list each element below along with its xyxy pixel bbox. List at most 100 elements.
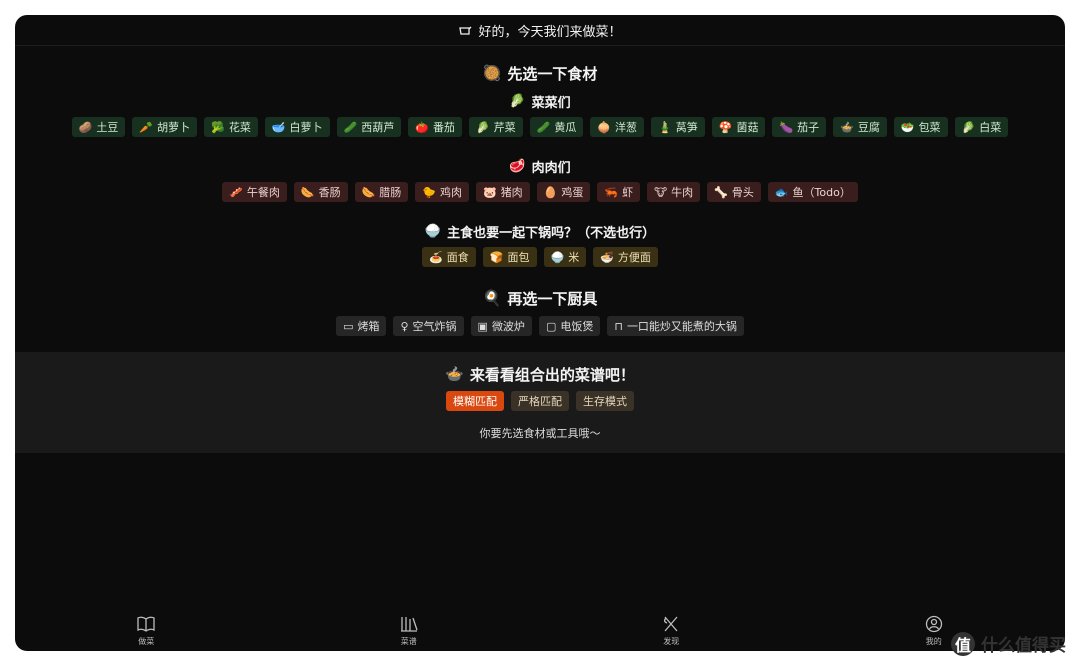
top-bar: 好的，今天我们来做菜！	[15, 15, 1065, 46]
vegetable-emoji-icon: 🥗	[900, 120, 915, 134]
meats-title: 🥩 肉肉们	[509, 158, 571, 176]
app-window: 好的，今天我们来做菜！ 🥘 先选一下食材 🥬 菜菜们 🥔 土豆 🥕 胡萝卜 🥦 花菜 🥣 白萝…	[15, 15, 1065, 651]
frying-pan-icon: 🍳	[482, 289, 502, 307]
vegetable-emoji-icon: 🥣	[271, 120, 286, 134]
rice-icon: 🍚	[424, 223, 442, 239]
nav-cook[interactable]: 做菜	[116, 615, 176, 647]
meat-chip[interactable]: 🐤 鸡肉	[415, 182, 469, 202]
nav-discover[interactable]: 发现	[641, 615, 701, 647]
tools-title: 🍳 再选一下厨具	[482, 289, 598, 308]
staple-chip-label: 面包	[507, 251, 530, 264]
vegetable-chip[interactable]: 🥬 白菜	[954, 117, 1009, 137]
vegetable-emoji-icon: 🍲	[840, 120, 854, 134]
tool-chip-label: 烤箱	[357, 320, 380, 333]
tool-emoji-icon: ▣	[477, 319, 488, 333]
leafy-green-icon: 🥬	[509, 93, 526, 109]
staple-chip[interactable]: 🍞 面包	[482, 247, 537, 267]
meat-chip[interactable]: 🐟 鱼（Todo）	[767, 182, 858, 202]
result-panel: 🍲 来看看组合出的菜谱吧！ 模糊匹配 严格匹配 生存模式 你要先选食材或工具哦～	[15, 352, 1065, 453]
vegetable-chip-label: 芹菜	[493, 121, 516, 134]
vegetable-chip-label: 茄子	[797, 121, 820, 134]
tool-chip[interactable]: ⊓ 一口能炒又能煮的大锅	[607, 316, 744, 336]
vegetable-emoji-icon: 🍆	[779, 120, 794, 134]
meat-emoji-icon: 🐤	[422, 185, 436, 199]
meat-chip[interactable]: 🦴 骨头	[707, 182, 761, 202]
tool-chip-list: ▭ 烤箱 ♀ 空气炸锅 ▣ 微波炉 ▢ 电饭煲 ⊓ 一口能炒又能煮的大锅	[15, 316, 1065, 336]
meat-chip[interactable]: 🌭 腊肠	[354, 182, 409, 202]
meat-chip-label: 鸡肉	[439, 186, 462, 199]
vegetable-chip[interactable]: 🥣 白萝卜	[264, 117, 330, 137]
meat-chip[interactable]: 🌭 香肠	[293, 182, 348, 202]
tool-chip-label: 一口能炒又能煮的大锅	[626, 320, 737, 333]
vegetable-chip[interactable]: 🎍 莴笋	[651, 117, 705, 137]
result-title: 🍲 来看看组合出的菜谱吧！	[445, 365, 635, 384]
meat-chip-label: 虾	[622, 186, 634, 199]
meat-chip-label: 午餐肉	[246, 186, 280, 199]
vegetable-chip-label: 白菜	[979, 121, 1002, 134]
staples-title: 🍚 主食也要一起下锅吗？（不选也行）	[424, 223, 656, 241]
match-mode-tab[interactable]: 严格匹配	[511, 391, 569, 411]
staple-emoji-icon: 🍜	[600, 250, 614, 264]
meat-chip[interactable]: 🦐 虾	[597, 182, 641, 202]
vegetable-chip[interactable]: 🍆 茄子	[772, 117, 827, 137]
empty-hint: 你要先选食材或工具哦～	[479, 427, 601, 440]
match-mode-tab[interactable]: 生存模式	[576, 391, 634, 411]
tool-emoji-icon: ▢	[545, 319, 557, 333]
meat-emoji-icon: 🐷	[482, 185, 497, 199]
vegetable-chip[interactable]: 🍲 豆腐	[833, 117, 887, 137]
vegetable-chip-label: 花菜	[228, 121, 251, 134]
vegetable-chip[interactable]: 🥗 包菜	[893, 117, 948, 137]
meat-chip-label: 香肠	[318, 186, 341, 199]
meat-emoji-icon: 🥓	[229, 185, 243, 199]
tool-chip-label: 空气炸锅	[412, 320, 457, 333]
tool-chip[interactable]: ▭ 烤箱	[336, 316, 387, 336]
vegetable-emoji-icon: 🎍	[658, 120, 672, 134]
meat-chip[interactable]: 🐷 猪肉	[475, 182, 530, 202]
meat-chip[interactable]: 🥚 鸡蛋	[536, 182, 591, 202]
vegetable-chip[interactable]: 🥒 西葫芦	[336, 117, 402, 137]
watermark-logo: 值	[951, 631, 975, 656]
vegetable-chip[interactable]: 🥔 土豆	[71, 117, 126, 137]
vegetable-chip-label: 黄瓜	[554, 121, 577, 134]
tool-emoji-icon: ▭	[343, 319, 354, 333]
vegetable-emoji-icon: 🥒	[343, 120, 358, 134]
staple-emoji-icon: 🍝	[429, 250, 443, 264]
staple-chip[interactable]: 🍚 米	[543, 247, 587, 267]
tool-chip[interactable]: ♀ 空气炸锅	[393, 316, 464, 336]
meat-chip-label: 骨头	[731, 186, 754, 199]
nav-recipes[interactable]: 菜谱	[379, 615, 439, 647]
vegetable-chip[interactable]: 🧅 洋葱	[590, 117, 645, 137]
watermark: 值 什么值得买	[951, 631, 1066, 656]
tool-chip[interactable]: ▣ 微波炉	[470, 316, 532, 336]
vegetable-chip-label: 胡萝卜	[157, 121, 191, 134]
vegetable-chip[interactable]: 🍄 菌菇	[711, 117, 766, 137]
vegetables-title: 🥬 菜菜们	[509, 93, 571, 111]
book-icon	[137, 616, 155, 632]
meat-emoji-icon: 🌭	[361, 185, 376, 199]
vegetable-chip[interactable]: 🥒 黄瓜	[529, 117, 584, 137]
vegetable-chip[interactable]: 🥦 花菜	[204, 117, 258, 137]
vegetable-chip[interactable]: 🥕 胡萝卜	[132, 117, 198, 137]
pot-icon	[459, 26, 472, 35]
vegetable-chip[interactable]: 🍅 番茄	[408, 117, 462, 137]
staple-chip[interactable]: 🍜 方便面	[593, 247, 658, 267]
ingredients-section: 🥘 先选一下食材	[15, 62, 1065, 84]
vegetable-chip-label: 洋葱	[615, 121, 638, 134]
staple-chip-label: 面食	[446, 251, 469, 264]
vegetable-chip[interactable]: 🥬 芹菜	[468, 117, 523, 137]
meat-chip[interactable]: 🐮 牛肉	[647, 182, 701, 202]
match-mode-tab[interactable]: 模糊匹配	[446, 391, 504, 411]
vegetable-chip-label: 土豆	[96, 121, 119, 134]
vegetable-emoji-icon: 🥕	[139, 120, 154, 134]
meat-chip-list: 🥓 午餐肉 🌭 香肠 🌭 腊肠 🐤 鸡肉 🐷 猪肉 🥚 鸡蛋 🦐 虾 🐮 牛肉 🦴 骨头 🐟 鱼（Todo）	[15, 182, 1065, 202]
tool-chip[interactable]: ▢ 电饭煲	[538, 316, 601, 336]
vegetable-emoji-icon: 🥔	[78, 120, 93, 134]
staple-chip-label: 米	[568, 251, 580, 264]
staple-chip[interactable]: 🍝 面食	[422, 247, 476, 267]
meat-emoji-icon: 🦐	[604, 185, 619, 199]
match-mode-tabs: 模糊匹配 严格匹配 生存模式	[15, 391, 1065, 411]
tool-emoji-icon: ♀	[400, 319, 409, 333]
meat-chip[interactable]: 🥓 午餐肉	[222, 182, 287, 202]
soup-bowl-icon: 🍲	[445, 365, 464, 383]
vegetable-chip-label: 包菜	[918, 121, 941, 134]
